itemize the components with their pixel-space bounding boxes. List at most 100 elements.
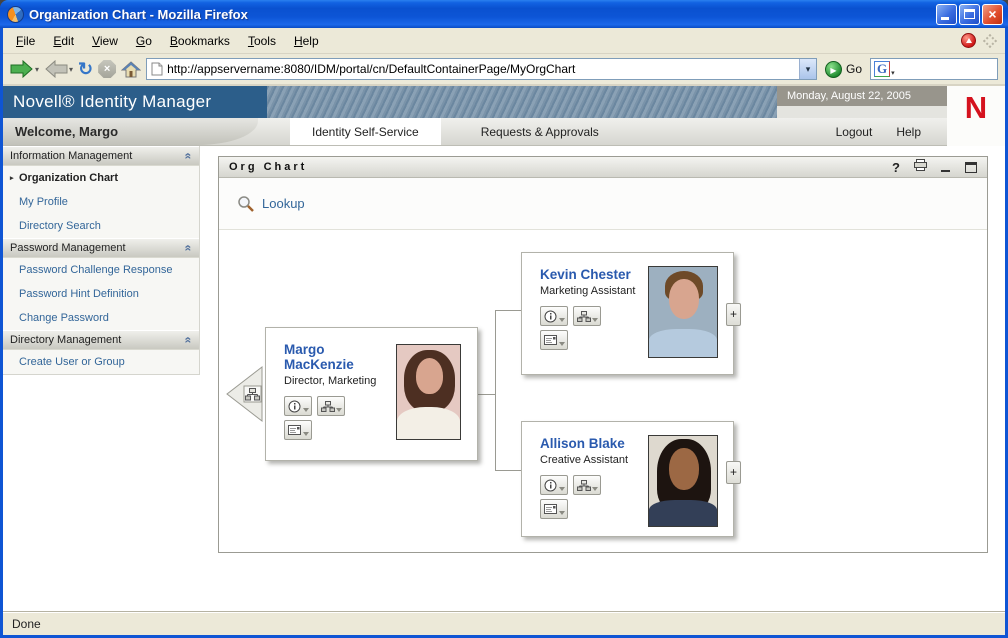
org-chart-button[interactable] [317, 396, 345, 416]
sidebar-item-label: Change Password [19, 312, 109, 324]
lookup-link[interactable]: Lookup [262, 196, 305, 211]
collapse-chevron-icon[interactable]: « [182, 337, 196, 344]
sidebar-item-label: Create User or Group [19, 356, 125, 368]
photo-shirt [649, 329, 717, 357]
lookup-magnifier-icon[interactable] [237, 195, 255, 213]
status-bar: Done [3, 611, 1005, 635]
button-caret-icon [559, 511, 565, 515]
connector-line [495, 310, 496, 471]
window-maximize-button[interactable] [959, 3, 980, 25]
portlet-help-icon[interactable]: ? [892, 160, 900, 175]
activity-throbber-icon [982, 33, 998, 48]
product-title-area: Novell® Identity Manager [3, 86, 267, 118]
menu-go[interactable]: Go [127, 31, 161, 51]
expand-subordinates-button[interactable]: + [726, 461, 741, 484]
collapse-chevron-icon[interactable]: « [182, 245, 196, 252]
button-caret-icon [559, 487, 565, 491]
tab-requests-approvals[interactable]: Requests & Approvals [459, 118, 621, 145]
forward-dropdown-icon[interactable]: ▾ [69, 65, 73, 74]
search-box: G ▾ [870, 58, 998, 80]
org-card-margo-mackenzie: Margo MacKenzie Director, Marketing [265, 327, 478, 461]
window-minimize-button[interactable] [936, 3, 957, 25]
connector-line [495, 470, 521, 471]
photo-shirt [649, 500, 717, 526]
info-button[interactable] [540, 306, 568, 326]
home-button[interactable] [121, 60, 142, 78]
sidebar-item-organization-chart[interactable]: ▸ Organization Chart [3, 166, 199, 190]
url-dropdown-button[interactable]: ▾ [798, 59, 816, 79]
collapse-chevron-icon[interactable]: « [182, 153, 196, 160]
navigate-up-arrow[interactable] [223, 365, 265, 423]
email-icon [544, 335, 557, 345]
selected-bullet-icon: ▸ [10, 175, 14, 182]
back-arrow-icon [10, 60, 33, 78]
email-button[interactable] [284, 420, 312, 440]
menu-bar: File Edit View Go Bookmarks Tools Help [3, 28, 1005, 54]
product-title: Novell® Identity Manager [13, 92, 212, 111]
minimize-icon [941, 16, 949, 20]
menu-edit[interactable]: Edit [44, 31, 83, 51]
portlet-minimize-icon[interactable] [941, 161, 952, 173]
org-chart-icon [577, 479, 591, 491]
firefox-icon[interactable] [7, 5, 24, 23]
info-button[interactable] [540, 475, 568, 495]
reload-icon: ↻ [78, 59, 94, 79]
back-dropdown-icon[interactable]: ▾ [35, 65, 39, 74]
sidebar-item-my-profile[interactable]: My Profile [3, 190, 199, 214]
section-title: Directory Management [10, 334, 122, 346]
url-bar: ▾ [146, 58, 817, 80]
button-caret-icon [592, 487, 598, 491]
menu-file[interactable]: File [7, 31, 44, 51]
org-chart-icon [321, 400, 335, 412]
sidebar-item-directory-search[interactable]: Directory Search [3, 214, 199, 238]
org-chart-button[interactable] [573, 306, 601, 326]
stop-button[interactable]: × [98, 60, 117, 78]
url-input[interactable] [163, 60, 799, 78]
web-search-input[interactable] [894, 60, 994, 78]
info-button[interactable] [284, 396, 312, 416]
sidebar-item-password-hint-definition[interactable]: Password Hint Definition [3, 282, 199, 306]
window-close-button[interactable]: × [982, 3, 1003, 25]
expand-subordinates-button[interactable]: + [726, 303, 741, 326]
email-button[interactable] [540, 499, 568, 519]
reload-button[interactable]: ↻ [78, 60, 93, 78]
sidebar-item-label: My Profile [19, 196, 68, 208]
sidebar-section-information-management[interactable]: Information Management « [3, 146, 199, 166]
logout-link[interactable]: Logout [824, 118, 885, 145]
sidebar-section-password-management[interactable]: Password Management « [3, 238, 199, 258]
org-chart-button[interactable] [573, 475, 601, 495]
go-button[interactable]: ▶ Go [822, 60, 865, 78]
portrait-photo [648, 266, 718, 358]
menu-view[interactable]: View [83, 31, 127, 51]
sidebar-item-label: Password Challenge Response [19, 264, 173, 276]
window-titlebar[interactable]: Organization Chart - Mozilla Firefox × [0, 0, 1008, 28]
portlet-maximize-icon[interactable] [965, 161, 977, 173]
org-chart-portlet: Org Chart ? Lookup Margo MacKenzie Direc… [218, 156, 988, 553]
update-notification-icon[interactable] [961, 33, 976, 48]
up-arrow-icon [965, 38, 972, 43]
menu-help[interactable]: Help [285, 31, 328, 51]
forward-arrow-icon [45, 60, 68, 78]
section-title: Information Management [10, 150, 133, 162]
photo-face [669, 448, 699, 490]
info-icon [544, 479, 557, 491]
tab-identity-self-service[interactable]: Identity Self-Service [290, 118, 441, 145]
go-label: Go [845, 62, 862, 76]
connector-line [478, 394, 495, 395]
sidebar-item-password-challenge-response[interactable]: Password Challenge Response [3, 258, 199, 282]
sidebar-item-create-user-or-group[interactable]: Create User or Group [3, 350, 199, 374]
google-engine-icon[interactable]: G [874, 61, 891, 77]
sidebar-item-change-password[interactable]: Change Password [3, 306, 199, 330]
content-area: Information Management « ▸ Organization … [3, 146, 1005, 611]
portlet-title: Org Chart [229, 161, 308, 173]
email-button[interactable] [540, 330, 568, 350]
product-header: Novell® Identity Manager Monday, August … [3, 86, 1005, 118]
back-button[interactable]: ▾ [10, 60, 39, 78]
help-link[interactable]: Help [884, 118, 933, 145]
menu-tools[interactable]: Tools [239, 31, 285, 51]
forward-button[interactable]: ▾ [44, 60, 73, 78]
org-card-kevin-chester: Kevin Chester Marketing Assistant + [521, 252, 741, 375]
sidebar-section-directory-management[interactable]: Directory Management « [3, 330, 199, 350]
portlet-print-icon[interactable] [913, 158, 928, 176]
menu-bookmarks[interactable]: Bookmarks [161, 31, 239, 51]
